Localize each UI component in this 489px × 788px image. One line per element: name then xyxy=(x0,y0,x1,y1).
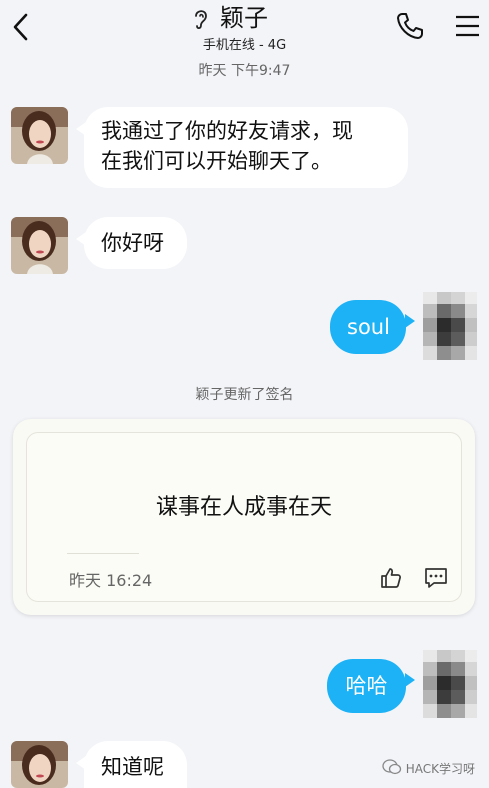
message-text-line: 在我们可以开始聊天了。 xyxy=(101,149,332,173)
contact-avatar[interactable] xyxy=(11,217,68,274)
bubble-tail xyxy=(405,314,415,328)
contact-avatar[interactable] xyxy=(11,741,68,788)
message-timestamp: 昨天 下午9:47 xyxy=(198,63,291,79)
menu-icon xyxy=(456,15,479,37)
contact-name[interactable]: 颖子 xyxy=(220,2,268,34)
my-avatar[interactable] xyxy=(419,650,479,722)
watermark: HACK学习呀 xyxy=(405,762,475,776)
wechat-logo-icon xyxy=(382,757,402,777)
message-text-line: 我通过了你的好友请求，现 xyxy=(101,119,353,143)
outgoing-message[interactable]: 哈哈 xyxy=(327,659,406,713)
incoming-message[interactable]: 知道呢 xyxy=(84,741,187,788)
incoming-message[interactable]: 你好呀 xyxy=(84,217,187,269)
system-notice: 颖子更新了签名 xyxy=(195,387,294,403)
signature-text: 谋事在人成事在天 xyxy=(155,495,332,520)
thumbs-up-icon xyxy=(381,568,401,588)
incoming-message[interactable]: 我通过了你的好友请求，现 在我们可以开始聊天了。 xyxy=(84,107,408,188)
comment-button[interactable] xyxy=(423,566,449,590)
signature-card-inner: 谋事在人成事在天 昨天 16:24 xyxy=(26,432,462,602)
signature-time: 昨天 16:24 xyxy=(69,571,153,590)
bubble-tail xyxy=(405,673,415,687)
like-button[interactable] xyxy=(379,566,403,590)
my-avatar[interactable] xyxy=(419,292,479,364)
signature-card[interactable]: 谋事在人成事在天 昨天 16:24 xyxy=(13,419,475,615)
outgoing-message[interactable]: soul xyxy=(330,300,406,354)
contact-avatar[interactable] xyxy=(11,107,68,164)
call-button[interactable] xyxy=(394,10,426,42)
comment-icon xyxy=(425,568,447,588)
ear-icon xyxy=(192,6,210,32)
phone-icon xyxy=(397,13,423,39)
divider xyxy=(67,553,139,554)
menu-button[interactable] xyxy=(452,12,482,40)
